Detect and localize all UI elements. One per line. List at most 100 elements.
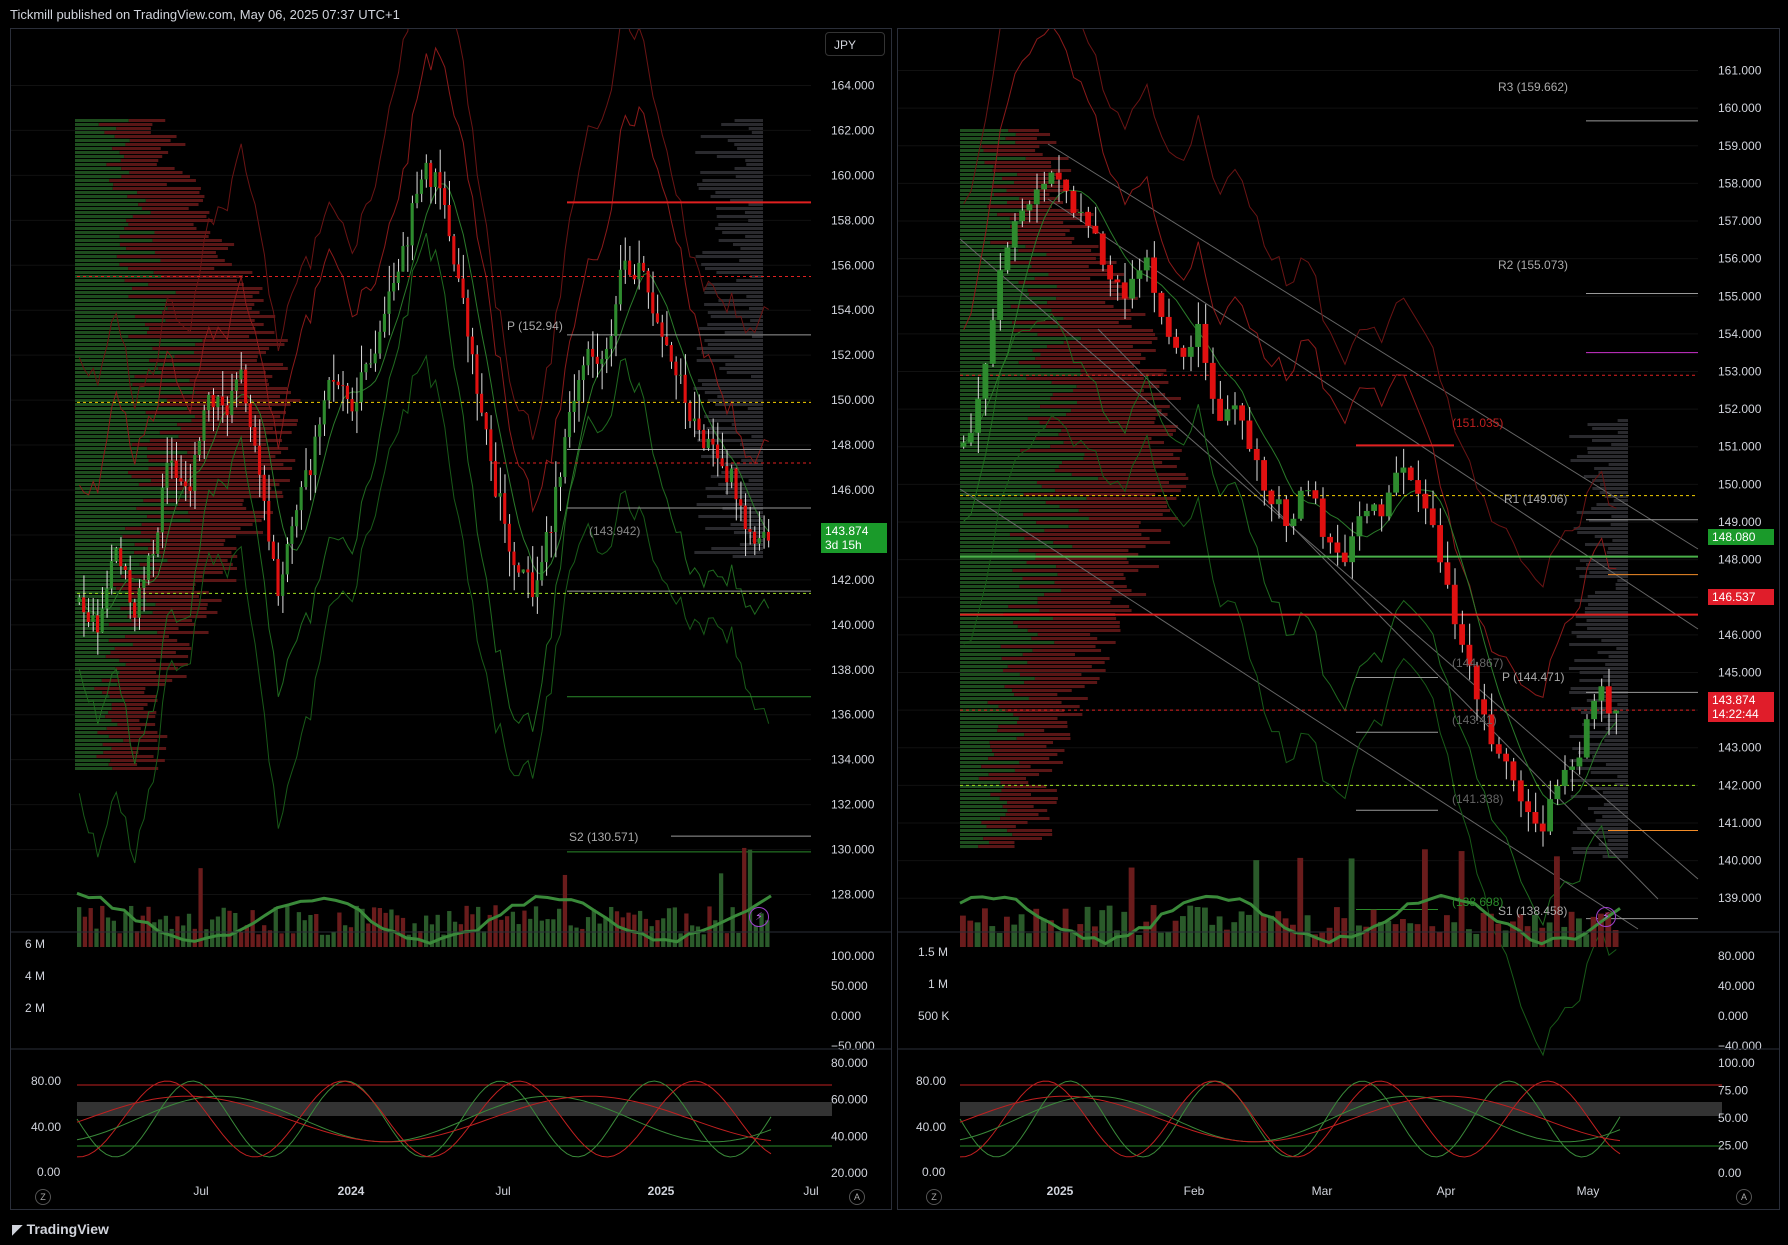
L-candle-body — [480, 393, 484, 413]
R-session-profile-bar — [1587, 423, 1628, 426]
L-candle-body — [382, 313, 386, 332]
L-candle-body — [614, 304, 618, 336]
L-session-profile-bar — [698, 515, 763, 518]
right-chart-svg[interactable]: 80.000 40.000 0.000 −40.000 100.00 75.00 50.0… — [898, 29, 1779, 1209]
R-profile-bar-down — [1086, 497, 1177, 500]
R-profile-bar-up — [960, 237, 1019, 240]
R-profile-bar-up — [960, 777, 979, 780]
R-price-tick: 145.000 — [1718, 665, 1762, 679]
R-candle-body — [1459, 624, 1465, 645]
R-candle-body — [1121, 282, 1128, 299]
R-profile-bar-down — [1019, 761, 1063, 764]
L-session-profile-bar — [716, 215, 763, 218]
L-price-tick: 152.000 — [831, 348, 875, 362]
L-candle-body — [378, 331, 382, 354]
L-profile-bar-down — [123, 739, 158, 742]
R-profile-bar-down — [1035, 553, 1139, 556]
R-price-tick: 148.000 — [1718, 553, 1762, 567]
R-profile-bar-down — [1027, 417, 1156, 420]
L-profile-bar-up — [75, 279, 125, 282]
left-chart-pane[interactable]: 100.000 50.000 0.000 −50.000 80.000 60.000 40… — [10, 28, 892, 1210]
L-candle-body — [345, 385, 349, 400]
L-profile-bar-down — [152, 611, 218, 614]
L-profile-bar-up — [75, 343, 196, 346]
R-session-profile-bar — [1595, 819, 1628, 822]
R-profile-bar-down — [1031, 265, 1089, 268]
R-profile-bar-up — [960, 769, 1015, 772]
L-profile-bar-up — [75, 623, 109, 626]
R-session-profile-bar — [1576, 635, 1628, 638]
R-candle-body — [1253, 448, 1260, 461]
L-profile-bar-down — [128, 335, 250, 338]
L-candle-body — [248, 403, 252, 428]
R-profile-bar-down — [981, 821, 1028, 824]
left-lightning-icon[interactable]: ⚡ — [749, 907, 769, 927]
L-profile-bar-down — [113, 183, 167, 186]
L-profile-bar-up — [75, 571, 152, 574]
L-volume-bar — [181, 925, 186, 947]
L-candle-body — [715, 444, 720, 459]
left-z-button[interactable]: Z — [35, 1189, 51, 1205]
right-chart-pane[interactable]: 80.000 40.000 0.000 −40.000 100.00 75.00 50.0… — [897, 28, 1780, 1210]
R-profile-bar-up — [960, 509, 1079, 512]
R-price-tick: 143.000 — [1718, 741, 1762, 755]
tradingview-logo[interactable]: ◤ TradingView — [12, 1221, 109, 1238]
L-profile-bar-down — [108, 763, 138, 766]
L-session-profile-bar — [696, 359, 763, 362]
L-session-profile-bar — [751, 335, 763, 338]
left-pivot-s2: S2 (130.571) — [569, 830, 638, 844]
L-profile-bar-up — [75, 155, 125, 158]
L-candle-body — [554, 486, 558, 533]
R-price-tick: 155.000 — [1718, 289, 1762, 303]
L-candle-body — [91, 615, 95, 623]
right-a-button[interactable]: A — [1736, 1189, 1752, 1205]
L-session-profile-bar — [737, 147, 763, 150]
L-candle-body — [628, 260, 632, 275]
R-profile-bar-up — [960, 141, 1016, 144]
R-session-profile-bar — [1588, 743, 1628, 746]
R-profile-bar-down — [1071, 473, 1186, 476]
R-candle-body — [1437, 525, 1443, 563]
L-profile-bar-down — [150, 211, 210, 214]
L-session-profile-bar — [751, 435, 763, 438]
L-profile-bar-down — [125, 635, 169, 638]
R-profile-bar-up — [960, 541, 1054, 544]
L-volume-bar — [250, 910, 255, 947]
R-session-profile-bar — [1584, 611, 1628, 614]
L-candle-body — [109, 561, 114, 589]
R-candle-body — [1239, 405, 1245, 421]
R-profile-bar-up — [960, 145, 982, 148]
left-a-button[interactable]: A — [849, 1189, 865, 1205]
R-volume-axis-tick: 80.000 — [1718, 949, 1755, 963]
R-candle-body — [1495, 744, 1502, 754]
R-session-profile-bar — [1570, 795, 1628, 798]
R-profile-bar-up — [960, 797, 1000, 800]
right-pivot-r1: R1 (149.06) — [1504, 492, 1567, 506]
L-profile-bar-down — [154, 231, 211, 234]
R-profile-bar-down — [1058, 325, 1132, 328]
L-volume-bar — [94, 928, 99, 947]
L-profile-bar-up — [75, 475, 132, 478]
L-volume-bar — [296, 912, 302, 947]
right-lightning-icon[interactable]: ⚡ — [1596, 907, 1616, 927]
R-profile-bar-down — [1050, 397, 1181, 400]
currency-button[interactable]: JPY — [825, 32, 885, 56]
R-profile-bar-down — [1058, 465, 1177, 468]
R-profile-bar-down — [1068, 525, 1139, 528]
R-session-profile-bar — [1594, 535, 1628, 538]
R-profile-bar-down — [1008, 129, 1039, 132]
R-profile-bar-down — [988, 773, 1040, 776]
L-candle-body — [632, 274, 636, 280]
R-candle-body — [982, 363, 989, 399]
L-profile-bar-up — [75, 635, 126, 638]
left-chart-svg[interactable]: 100.000 50.000 0.000 −50.000 80.000 60.000 40… — [11, 29, 891, 1209]
left-vol-label-2m: 2 M — [25, 1001, 45, 1015]
L-candle-body — [281, 574, 285, 596]
R-profile-bar-up — [960, 269, 1028, 272]
R-volume-bar — [1172, 920, 1179, 947]
L-profile-bar-down — [120, 575, 203, 578]
R-volume-bar — [1348, 858, 1355, 947]
L-candle-body — [743, 505, 747, 530]
right-z-button[interactable]: Z — [926, 1189, 942, 1205]
R-profile-bar-up — [960, 617, 1054, 620]
